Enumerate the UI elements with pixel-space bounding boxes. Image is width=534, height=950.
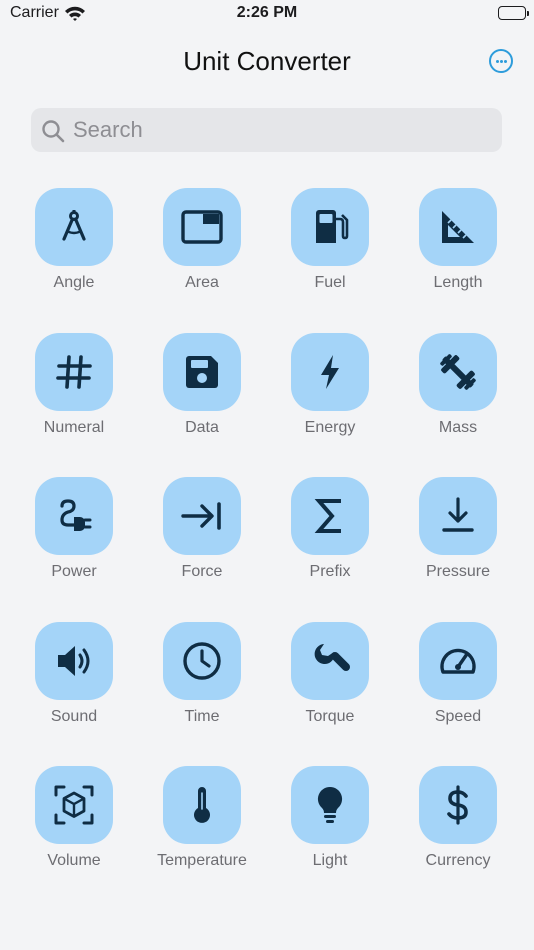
category-label: Length	[433, 274, 483, 291]
category-area[interactable]: Area	[138, 188, 266, 333]
category-label: Pressure	[425, 563, 491, 580]
page-title: Unit Converter	[183, 46, 351, 76]
gas-pump-icon	[316, 210, 349, 243]
category-label: Torque	[305, 707, 355, 725]
compass-icon	[62, 210, 86, 241]
category-label: Time	[184, 707, 220, 725]
category-length[interactable]: Length	[394, 188, 522, 333]
category-label: Fuel	[314, 274, 346, 291]
more-options-button[interactable]	[489, 49, 513, 73]
search-input[interactable]	[73, 108, 483, 152]
search-bar[interactable]	[31, 108, 502, 152]
category-label: Area	[185, 274, 219, 291]
category-currency[interactable]: Currency	[394, 766, 522, 911]
plug-icon	[60, 499, 92, 531]
category-sound[interactable]: Sound	[10, 621, 138, 767]
category-numeral[interactable]: Numeral	[10, 332, 138, 478]
category-label: Mass	[438, 418, 478, 436]
dollar-icon	[447, 785, 468, 825]
cube-scan-icon	[54, 785, 94, 825]
ruler-triangle-icon	[442, 211, 474, 243]
category-grid: Angle Area Fuel Length Numeral Data Ener…	[10, 188, 524, 911]
category-speed[interactable]: Speed	[394, 621, 522, 767]
battery-icon	[498, 6, 529, 20]
category-label: Sound	[50, 707, 98, 725]
wrench-icon	[314, 643, 350, 671]
category-label: Prefix	[309, 563, 351, 580]
category-temperature[interactable]: Temperature	[138, 766, 266, 911]
status-bar: Carrier 2:26 PM	[0, 0, 534, 30]
sigma-icon	[314, 499, 341, 533]
category-prefix[interactable]: Prefix	[266, 477, 394, 622]
category-time[interactable]: Time	[138, 621, 266, 767]
category-torque[interactable]: Torque	[266, 621, 394, 767]
area-icon	[181, 210, 223, 244]
arrow-to-line-icon	[181, 502, 221, 530]
bolt-icon	[321, 354, 339, 389]
category-label: Light	[312, 852, 348, 869]
category-label: Currency	[425, 852, 491, 869]
category-label: Angle	[53, 274, 95, 291]
category-label: Volume	[47, 852, 101, 869]
clock-icon	[183, 641, 221, 680]
category-fuel[interactable]: Fuel	[266, 188, 394, 333]
category-angle[interactable]: Angle	[10, 188, 138, 333]
category-force[interactable]: Force	[138, 477, 266, 622]
category-mass[interactable]: Mass	[394, 332, 522, 478]
category-label: Data	[185, 418, 219, 436]
dumbbell-icon	[440, 353, 476, 390]
category-volume[interactable]: Volume	[10, 766, 138, 911]
category-label: Numeral	[43, 418, 105, 436]
category-label: Force	[181, 563, 223, 580]
category-label: Speed	[434, 707, 482, 725]
speedometer-icon	[440, 648, 476, 674]
category-label: Energy	[304, 418, 356, 436]
category-label: Temperature	[157, 852, 247, 869]
hashtag-icon	[56, 354, 92, 389]
download-arrow-icon	[442, 497, 474, 532]
status-time: 2:26 PM	[236, 4, 298, 21]
category-light[interactable]: Light	[266, 766, 394, 911]
speaker-icon	[58, 645, 90, 676]
thermometer-icon	[194, 787, 210, 823]
search-icon	[42, 120, 65, 143]
floppy-disk-icon	[186, 355, 218, 388]
category-label: Power	[51, 563, 97, 580]
category-pressure[interactable]: Pressure	[394, 477, 522, 622]
category-power[interactable]: Power	[10, 477, 138, 622]
lightbulb-icon	[317, 786, 343, 823]
category-energy[interactable]: Energy	[266, 332, 394, 478]
category-data[interactable]: Data	[138, 332, 266, 478]
